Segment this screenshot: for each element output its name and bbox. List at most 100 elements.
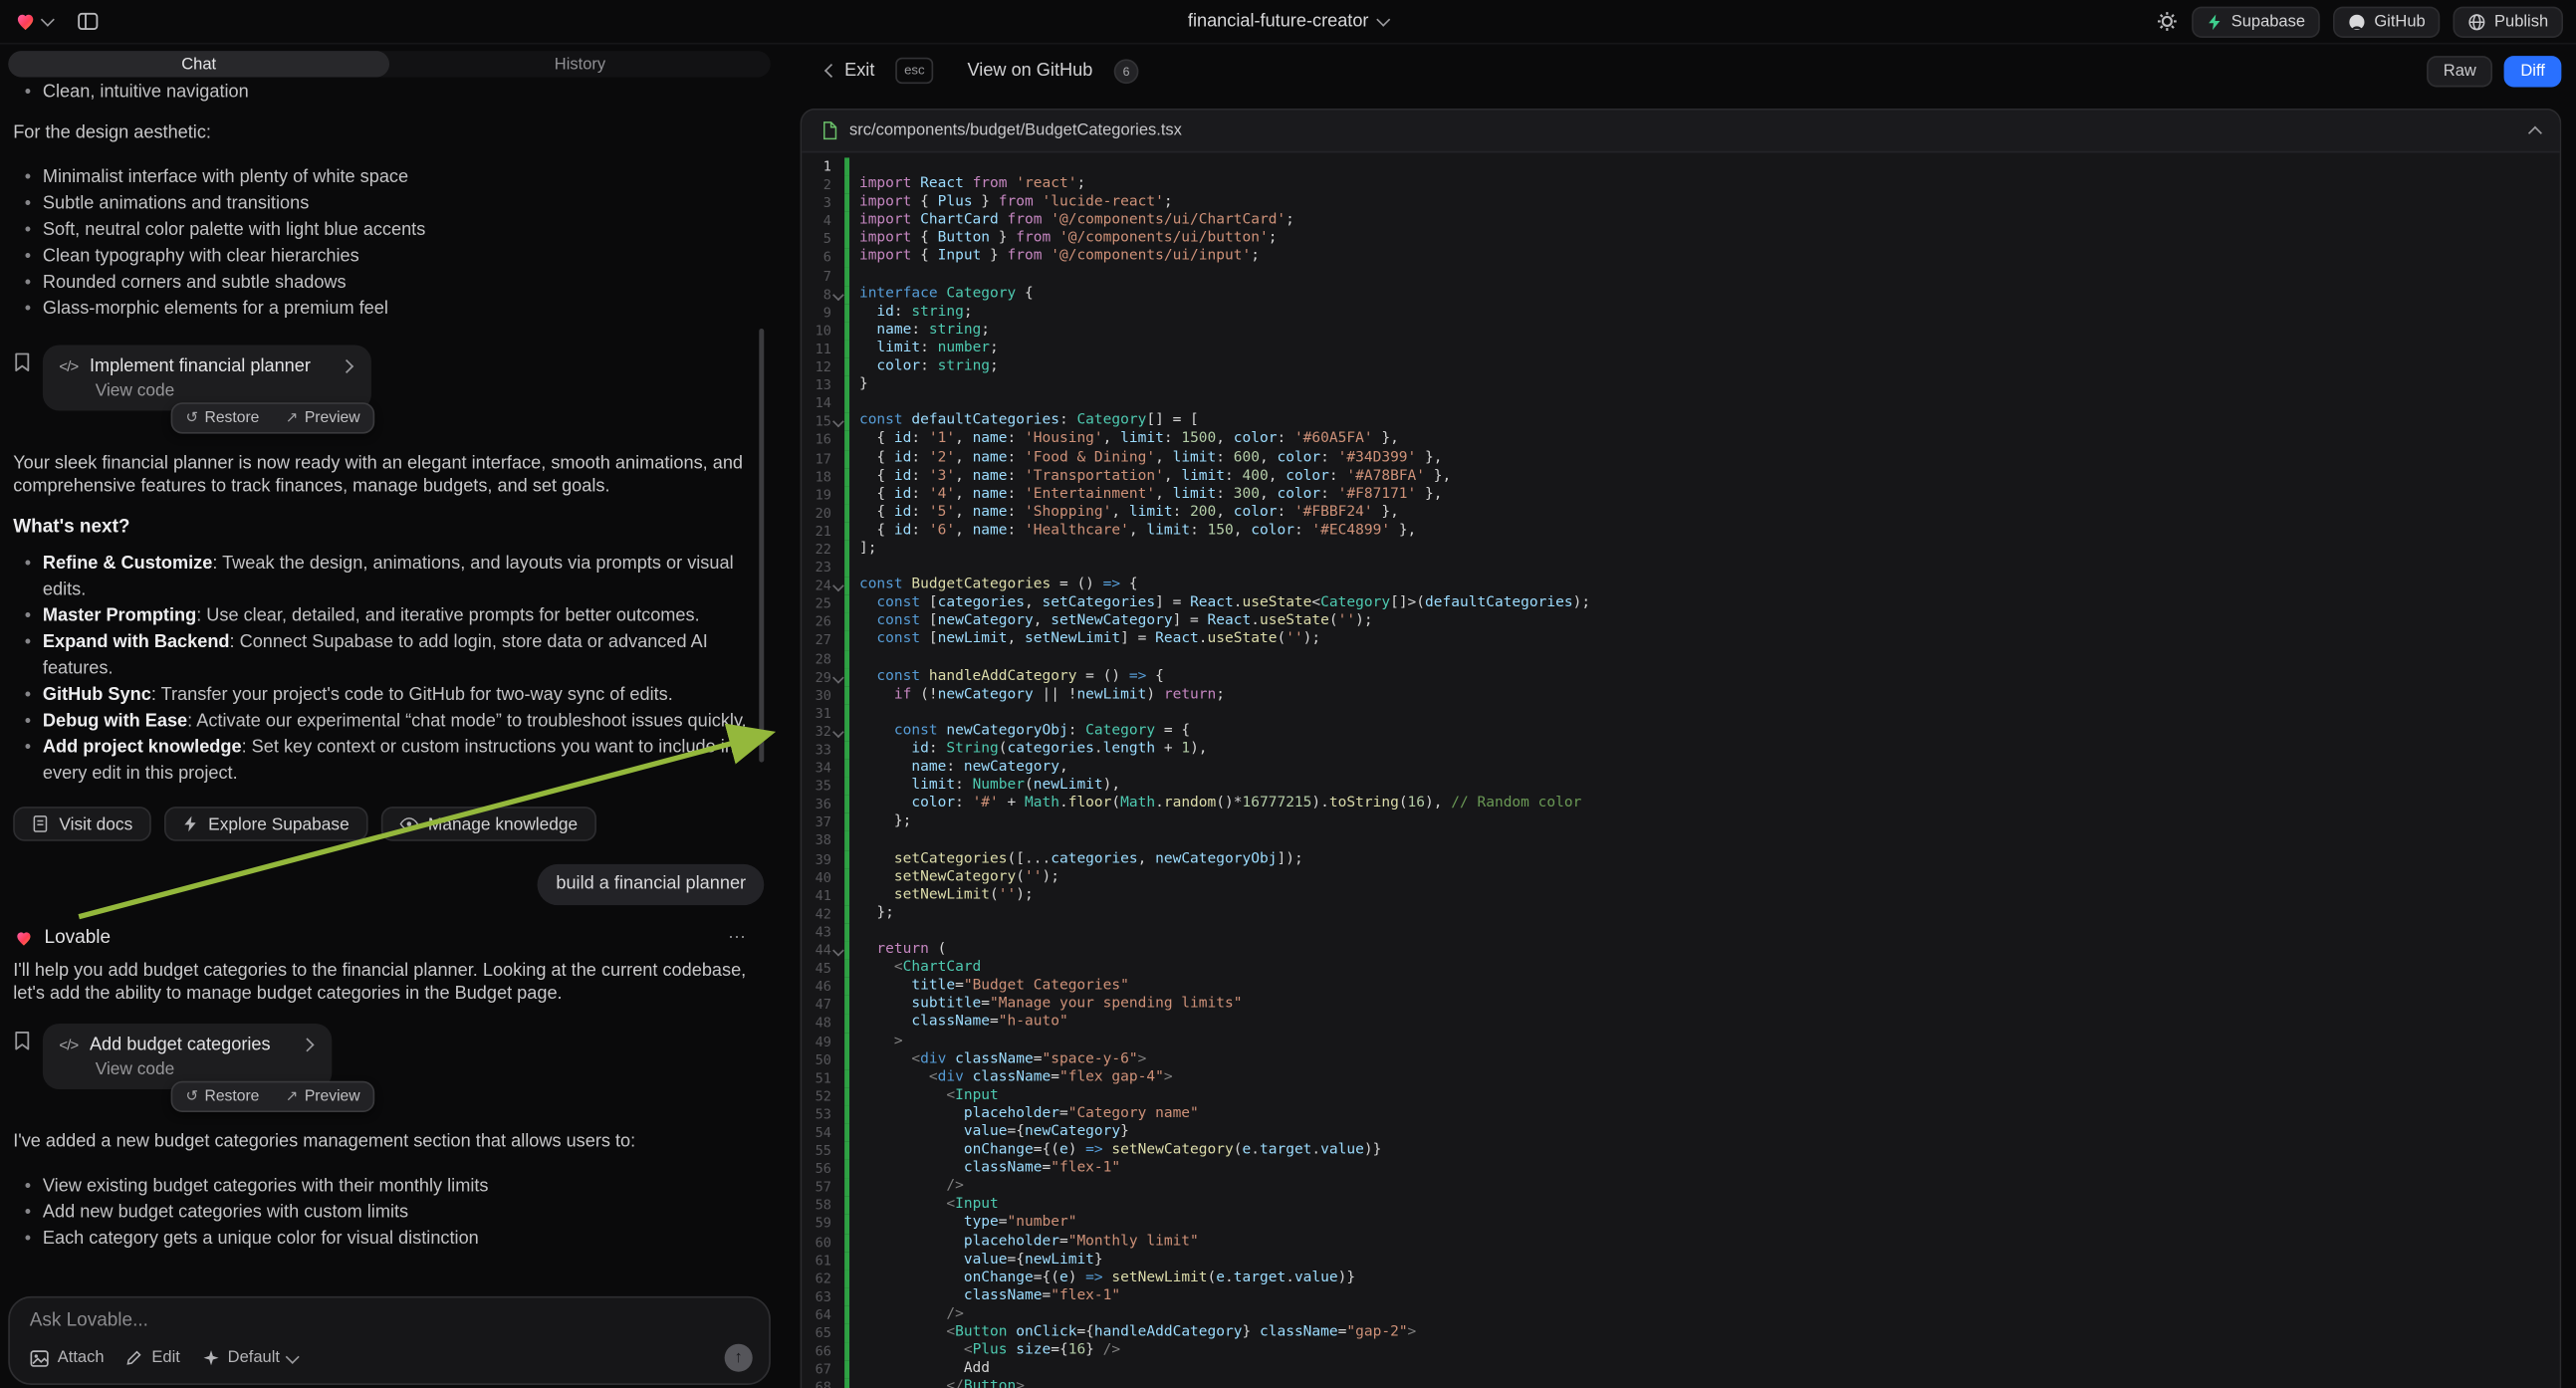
code-line: 44 return ( [802,942,2560,960]
assistant-paragraph: I'll help you add budget categories to t… [13,960,764,1006]
code-line: 18 { id: '3', name: 'Transportation', li… [802,468,2560,486]
code-line: 51 <div className="flex gap-4"> [802,1069,2560,1087]
tool-card[interactable]: </> Add budget categories View code [43,1024,332,1089]
view-code-link[interactable]: View code [96,381,351,401]
code-line: 23 [802,559,2560,577]
code-line: 3import { Plus } from 'lucide-react'; [802,194,2560,212]
tool-call-block-2: </> Add budget categories View code ↺ Re… [13,1024,764,1112]
chat-tabs: Chat History [8,51,771,77]
collapse-file-button[interactable] [2530,118,2540,143]
send-button[interactable]: ↑ [725,1344,753,1372]
raw-button[interactable]: Raw [2427,55,2492,86]
lovable-logo-menu[interactable] [13,10,53,33]
list-item: Add project knowledge: Set key context o… [43,735,764,788]
view-on-github-link[interactable]: View on GitHub [958,59,1103,82]
code-line: 37 }; [802,813,2560,831]
code-line: 43 [802,923,2560,941]
settings-button[interactable] [2156,10,2179,33]
code-line: 15const defaultCategories: Category[] = … [802,413,2560,431]
explore-supabase-label: Explore Supabase [208,814,350,834]
whats-next-heading: What's next? [13,518,764,539]
code-line: 7 [802,267,2560,285]
code-line: 48 className="h-auto" [802,1015,2560,1033]
code-line: 13} [802,376,2560,394]
publish-button[interactable]: Publish [2454,6,2563,37]
message-menu-button[interactable]: ⋯ [718,925,758,950]
tool-card-wrap: </> Add budget categories View code ↺ Re… [43,1024,375,1112]
chat-scrollbar-thumb[interactable] [759,329,764,763]
code-body[interactable]: 12import React from 'react';3import { Pl… [802,152,2560,1388]
list-item: Clean, intuitive navigation [43,79,764,105]
restore-label: Restore [205,1087,260,1105]
external-link-icon: ↗ [286,409,298,427]
code-line: 55 onChange={(e) => setNewCategory(e.tar… [802,1142,2560,1160]
code-line: 34 name: newCategory, [802,759,2560,777]
chevron-up-icon [2528,126,2542,140]
code-line: 64 /> [802,1306,2560,1324]
view-code-link[interactable]: View code [96,1059,312,1079]
tab-chat[interactable]: Chat [8,51,389,77]
list-item: Add new budget categories with custom li… [43,1200,764,1226]
code-line: 24const BudgetCategories = () => { [802,577,2560,594]
code-line: 16 { id: '1', name: 'Housing', limit: 15… [802,431,2560,449]
code-line: 58 <Input [802,1197,2560,1215]
code-line: 66 <Plus size={16} /> [802,1342,2560,1360]
code-line: 54 value={newCategory} [802,1124,2560,1142]
preview-button[interactable]: ↗ Preview [273,404,373,432]
edit-button[interactable]: Edit [125,1349,180,1367]
tool-card-title: Add budget categories [90,1036,271,1055]
explore-supabase-button[interactable]: Explore Supabase [164,807,367,841]
sparkle-icon [201,1349,219,1367]
topbar-right: Supabase GitHub Publish [2156,6,2563,37]
user-message: build a financial planner [538,864,764,905]
diff-button[interactable]: Diff [2504,55,2561,86]
bookmark-button[interactable] [13,349,31,372]
chat-message-list[interactable]: Clean, intuitive navigation For the desi… [0,78,786,1281]
code-line: 65 <Button onClick={handleAddCategory} c… [802,1324,2560,1342]
attach-button[interactable]: Attach [30,1348,105,1368]
tool-card[interactable]: </> Implement financial planner View cod… [43,346,371,411]
restore-label: Restore [205,409,260,427]
preview-button[interactable]: ↗ Preview [273,1082,373,1110]
chevron-right-icon [340,359,353,373]
github-button[interactable]: GitHub [2333,6,2440,37]
exit-button[interactable]: Exit [817,59,884,82]
code-line: 30 if (!newCategory || !newLimit) return… [802,686,2560,704]
file-header[interactable]: src/components/budget/BudgetCategories.t… [802,111,2560,153]
code-line: 32 const newCategoryObj: Category = { [802,723,2560,741]
restore-button[interactable]: ↺ Restore [172,404,272,432]
list-item: Rounded corners and subtle shadows [43,270,764,296]
code-line: 68 </Button> [802,1379,2560,1388]
restore-button[interactable]: ↺ Restore [172,1082,272,1110]
code-line: 49 > [802,1033,2560,1050]
code-line: 36 color: '#' + Math.floor(Math.random()… [802,796,2560,813]
tab-history[interactable]: History [389,51,771,77]
globe-icon [2468,12,2486,30]
sidebar-toggle-button[interactable] [78,12,99,32]
eye-icon [398,816,418,831]
design-heading: For the design aesthetic: [13,121,764,144]
project-switcher[interactable]: financial-future-creator [1188,12,1388,32]
lovable-heart-icon [13,10,38,33]
code-line: 21 { id: '6', name: 'Healthcare', limit:… [802,522,2560,540]
visit-docs-label: Visit docs [59,814,132,834]
quick-actions: Visit docs Explore Supabase Manage knowl… [13,807,764,841]
supabase-button[interactable]: Supabase [2192,6,2320,37]
bookmark-icon [13,350,31,371]
github-label: GitHub [2374,12,2425,30]
list-item: View existing budget categories with the… [43,1173,764,1199]
chat-input[interactable] [30,1311,753,1331]
visit-docs-button[interactable]: Visit docs [13,807,150,841]
assistant-paragraph: I've added a new budget categories manag… [13,1130,764,1153]
code-line: 26 const [newCategory, setNewCategory] =… [802,613,2560,631]
chevron-left-icon [824,64,838,78]
esc-shortcut-badge: esc [896,58,933,83]
manage-knowledge-label: Manage knowledge [428,814,578,834]
bookmark-button[interactable] [13,1029,31,1051]
code-line: 42 }; [802,905,2560,923]
code-line: 14 [802,394,2560,412]
code-line: 5import { Button } from '@/components/ui… [802,231,2560,249]
supabase-label: Supabase [2231,12,2305,30]
mode-selector[interactable]: Default [201,1349,298,1367]
manage-knowledge-button[interactable]: Manage knowledge [380,807,595,841]
